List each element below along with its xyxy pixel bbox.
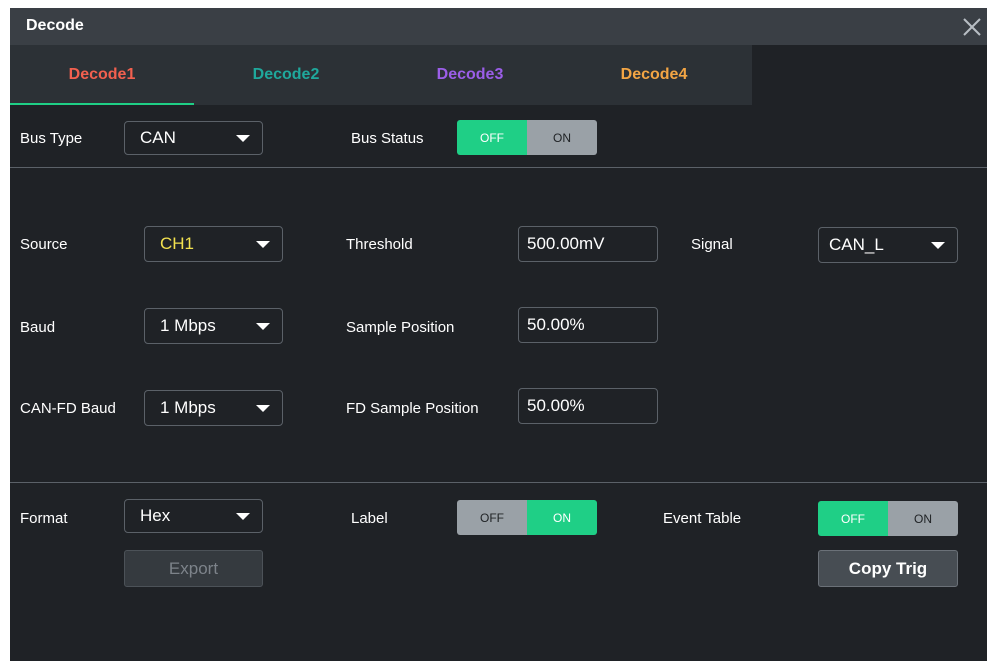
fd-sample-position-label: FD Sample Position — [346, 400, 479, 417]
signal-label: Signal — [691, 236, 733, 253]
baud-label: Baud — [20, 319, 56, 336]
source-label: Source — [20, 236, 68, 253]
export-button-label: Export — [168, 558, 219, 578]
export-button[interactable]: Export — [124, 550, 263, 587]
decode-tabs: Decode1 Decode2 Decode3 Decode4 — [10, 45, 752, 105]
threshold-value: 500.00mV — [527, 234, 605, 253]
canfd-baud-dropdown[interactable]: 1 Mbps — [144, 390, 283, 426]
copy-trig-button[interactable]: Copy Trig — [818, 550, 958, 587]
bus-type-value: CAN — [140, 128, 176, 147]
signal-dropdown[interactable]: CAN_L — [818, 227, 958, 263]
caret-down-icon — [931, 242, 945, 249]
bus-type-dropdown[interactable]: CAN — [124, 121, 263, 155]
fd-sample-position-value: 50.00% — [527, 396, 585, 415]
dialog-title: Decode — [26, 17, 84, 34]
source-value: CH1 — [160, 234, 195, 253]
tab-decode2[interactable]: Decode2 — [194, 45, 378, 105]
sample-position-label: Sample Position — [346, 319, 455, 336]
bus-status-label: Bus Status — [351, 130, 424, 147]
baud-dropdown[interactable]: 1 Mbps — [144, 308, 283, 344]
close-icon[interactable] — [957, 12, 987, 42]
caret-down-icon — [256, 323, 270, 330]
event-table-label: Event Table — [663, 510, 742, 527]
signal-value: CAN_L — [829, 235, 884, 254]
canfd-baud-value: 1 Mbps — [160, 398, 216, 417]
sample-position-value: 50.00% — [527, 315, 585, 334]
event-table-toggle[interactable]: OFF ON — [818, 501, 958, 536]
baud-value: 1 Mbps — [160, 316, 216, 335]
sample-position-field[interactable]: 50.00% — [518, 307, 658, 343]
divider-top — [10, 167, 987, 168]
threshold-field[interactable]: 500.00mV — [518, 226, 658, 262]
canfd-baud-label: CAN-FD Baud — [20, 400, 116, 417]
caret-down-icon — [236, 513, 250, 520]
tab-decode4[interactable]: Decode4 — [562, 45, 746, 105]
bus-status-on-option[interactable]: ON — [527, 120, 597, 155]
format-dropdown[interactable]: Hex — [124, 499, 263, 533]
divider-bottom — [10, 482, 987, 483]
threshold-label: Threshold — [346, 236, 413, 253]
tab-decode3[interactable]: Decode3 — [378, 45, 562, 105]
label-toggle[interactable]: OFF ON — [457, 500, 597, 535]
tab-decode1[interactable]: Decode1 — [10, 45, 194, 105]
format-value: Hex — [140, 506, 171, 525]
tab-decode3-label: Decode3 — [436, 66, 504, 83]
event-table-off-option[interactable]: OFF — [818, 501, 888, 536]
source-dropdown[interactable]: CH1 — [144, 226, 283, 262]
label-on-option[interactable]: ON — [527, 500, 597, 535]
bus-status-off-option[interactable]: OFF — [457, 120, 527, 155]
caret-down-icon — [256, 405, 270, 412]
decode-dialog: Decode Decode1 Decode2 Decode3 Decode4 B… — [10, 8, 987, 661]
tab-decode2-label: Decode2 — [252, 66, 320, 83]
title-bar: Decode — [10, 8, 987, 45]
fd-sample-position-field[interactable]: 50.00% — [518, 388, 658, 424]
tab-decode4-label: Decode4 — [620, 66, 688, 83]
event-table-on-option[interactable]: ON — [888, 501, 958, 536]
caret-down-icon — [236, 135, 250, 142]
bus-status-toggle[interactable]: OFF ON — [457, 120, 597, 155]
label-label: Label — [351, 510, 388, 527]
copy-trig-button-label: Copy Trig — [848, 558, 928, 578]
caret-down-icon — [256, 241, 270, 248]
tab-decode1-label: Decode1 — [68, 66, 136, 83]
bus-type-label: Bus Type — [20, 130, 83, 147]
label-off-option[interactable]: OFF — [457, 500, 527, 535]
format-label: Format — [20, 510, 68, 527]
active-tab-indicator — [10, 103, 194, 105]
